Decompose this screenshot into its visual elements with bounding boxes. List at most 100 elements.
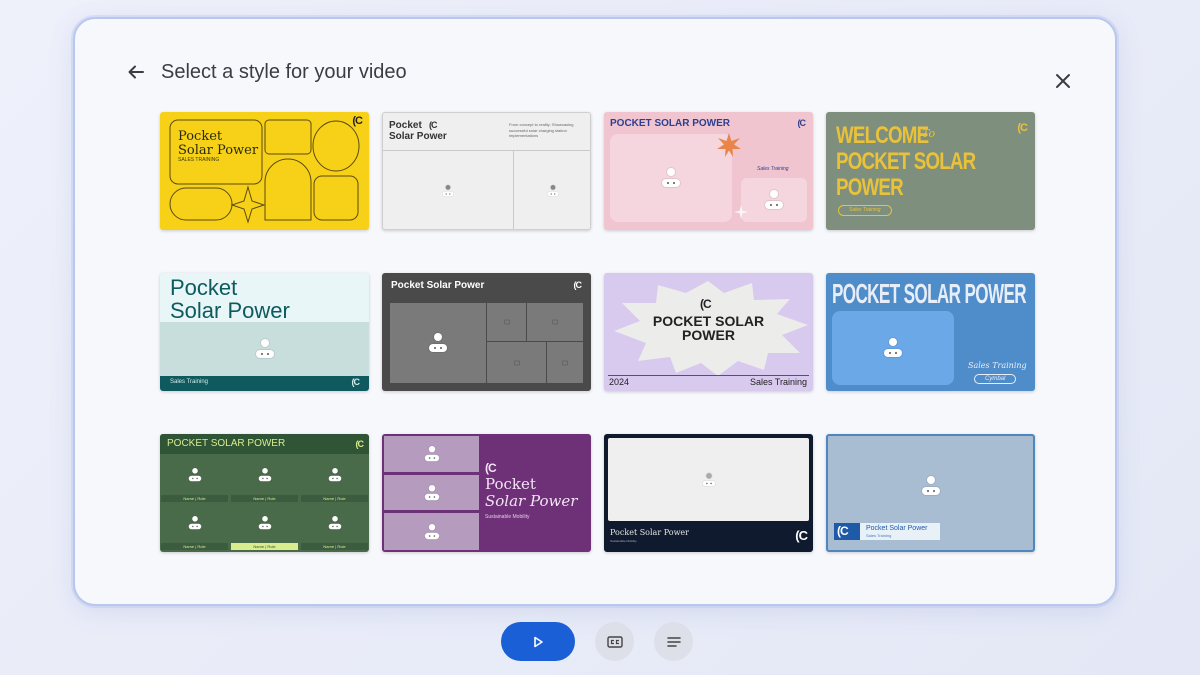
style-card-12[interactable]: (C Pocket Solar Power Sales Training — [826, 434, 1035, 552]
name-label: Name | Role — [231, 543, 298, 550]
avatar-placeholder-icon — [884, 338, 902, 358]
media-placeholder[interactable] — [610, 134, 732, 222]
media-placeholder[interactable] — [300, 504, 369, 542]
media-placeholder[interactable] — [384, 475, 479, 510]
avatar-placeholder-icon — [702, 472, 715, 487]
style-card-9[interactable]: POCKET SOLAR POWER (C Name | Role Name |… — [160, 434, 369, 552]
card-title: Pocket Solar Power — [610, 528, 689, 537]
avatar-placeholder-icon — [547, 185, 559, 197]
card-subtitle: Sustainable Mobility — [610, 539, 637, 543]
avatar-placeholder-icon — [424, 446, 439, 462]
brand-logo: (C — [351, 377, 360, 387]
media-placeholder[interactable] — [160, 456, 229, 494]
card-title: Pocket Solar Power — [866, 525, 928, 532]
style-card-3[interactable]: POCKET SOLAR POWER (C Sales Training — [604, 112, 813, 230]
avatar-placeholder-icon — [424, 484, 439, 501]
name-label: Name | Role — [161, 495, 228, 502]
card-title-line2: Solar Power — [485, 492, 578, 510]
avatar-placeholder-icon — [328, 516, 341, 530]
card-title: Pocket Solar Power — [170, 275, 290, 324]
avatar-placeholder-icon — [921, 476, 940, 496]
avatar-placeholder-icon — [442, 185, 454, 197]
card-subtitle: Sustainable Mobility — [485, 514, 530, 520]
media-placeholder[interactable] — [527, 303, 583, 341]
close-icon — [1056, 74, 1070, 88]
avatar-placeholder-icon — [255, 339, 274, 359]
name-label: Name | Role — [161, 543, 228, 550]
brand-logo: (C — [573, 280, 582, 290]
card-title: POCKET SOLAR POWER — [832, 278, 1027, 309]
card-title: Pocket Solar Power — [389, 120, 447, 142]
transcript-lines-icon — [666, 636, 681, 647]
style-card-6[interactable]: Pocket Solar Power (C — [382, 273, 591, 391]
decorative-shapes — [169, 119, 360, 224]
style-card-1[interactable]: Pocket Solar Power SALES TRAINING (C — [160, 112, 369, 230]
avatar-placeholder-icon — [424, 523, 439, 540]
brand-logo: (C — [795, 528, 808, 543]
avatar-placeholder-icon — [662, 168, 680, 188]
card-title-line1: Pocket — [485, 475, 536, 493]
playback-toolbar — [501, 622, 693, 661]
media-placeholder[interactable] — [547, 342, 583, 383]
card-title-line2: POCKET SOLAR — [836, 148, 976, 175]
brand-logo: (C — [1017, 122, 1028, 134]
card-title-to: To — [922, 127, 936, 140]
avatar-placeholder-icon — [188, 516, 201, 530]
image-placeholder-icon — [552, 319, 558, 325]
card-title-line1: WELCOME — [836, 122, 929, 149]
captions-button[interactable] — [595, 622, 634, 661]
name-label: Name | Role — [231, 495, 298, 502]
media-placeholder[interactable] — [384, 513, 479, 550]
media-placeholder[interactable] — [390, 303, 486, 383]
style-card-8[interactable]: POCKET SOLAR POWER Sales Training Cymbal — [826, 273, 1035, 391]
card-subtitle: Sales Training — [968, 361, 1027, 370]
brand-logo: (C — [485, 461, 497, 475]
arrow-left-icon — [128, 65, 144, 79]
back-button[interactable] — [123, 59, 149, 85]
avatar-placeholder-icon — [765, 190, 783, 210]
card-badge: Cymbal — [974, 374, 1017, 385]
sparkle-icon — [734, 205, 748, 219]
style-card-4[interactable]: WELCOME To POCKET SOLAR POWER (C Sales T… — [826, 112, 1035, 230]
style-card-2[interactable]: Pocket Solar Power (C From concept to re… — [382, 112, 591, 230]
transcript-button[interactable] — [654, 622, 693, 661]
card-title: POCKET SOLAR POWER — [652, 313, 765, 343]
dialog-title: Select a style for your video — [161, 61, 407, 83]
media-placeholder[interactable] — [160, 322, 369, 376]
card-subtitle: Sales Training — [866, 533, 892, 538]
style-card-5[interactable]: Pocket Solar Power Sales Training (C — [160, 273, 369, 391]
image-placeholder-icon — [513, 360, 520, 365]
play-button[interactable] — [501, 622, 575, 661]
media-placeholder[interactable] — [230, 456, 299, 494]
card-title: Pocket Solar Power — [391, 280, 485, 291]
avatar-placeholder-icon — [188, 468, 201, 482]
style-card-7[interactable]: (C POCKET SOLAR POWER 2024 Sales Trainin… — [604, 273, 813, 391]
avatar-placeholder-icon — [429, 333, 447, 353]
style-card-10[interactable]: (C Pocket Solar Power Sustainable Mobili… — [382, 434, 591, 552]
star-burst-icon — [717, 133, 741, 157]
card-title: POCKET SOLAR POWER — [167, 438, 286, 449]
style-card-11[interactable]: Pocket Solar Power Sustainable Mobility … — [604, 434, 813, 552]
media-placeholder[interactable] — [828, 436, 1033, 520]
media-placeholder[interactable] — [514, 151, 590, 229]
media-placeholder[interactable] — [230, 504, 299, 542]
brand-logo: (C — [429, 120, 437, 130]
media-placeholder[interactable] — [608, 438, 809, 521]
card-footer: Sales Training — [170, 379, 209, 385]
media-placeholder[interactable] — [832, 311, 954, 385]
brand-logo: (C — [355, 439, 364, 449]
media-placeholder[interactable] — [384, 436, 479, 472]
avatar-placeholder-icon — [258, 516, 271, 530]
close-button[interactable] — [1051, 69, 1075, 93]
brand-logo: (C — [700, 297, 712, 311]
style-picker-dialog: Select a style for your video Pocket Sol… — [73, 17, 1117, 606]
media-placeholder[interactable] — [487, 303, 526, 341]
avatar-placeholder-icon — [258, 468, 271, 482]
media-placeholder[interactable] — [300, 456, 369, 494]
card-year: 2024 — [609, 377, 630, 387]
media-placeholder[interactable] — [383, 151, 513, 229]
media-placeholder[interactable] — [487, 342, 546, 383]
media-placeholder[interactable] — [160, 504, 229, 542]
card-subtitle-pill: Sales Training — [838, 205, 892, 217]
media-placeholder[interactable] — [741, 178, 807, 222]
